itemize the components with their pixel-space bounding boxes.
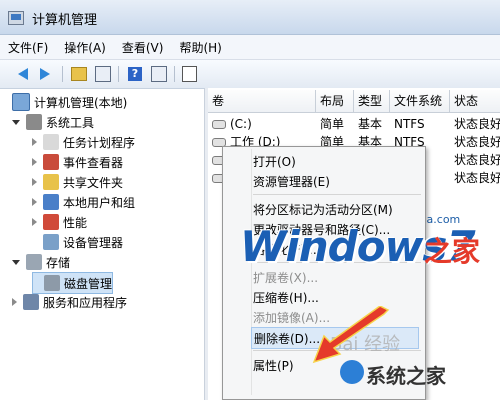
tree-item-label: 系统工具 [46,115,95,130]
menu-file[interactable]: 文件(F) [0,39,56,56]
tree-item[interactable]: 共享文件夹 [32,172,123,192]
expand-toggle-icon[interactable] [32,138,37,146]
back-arrow-icon[interactable] [14,65,32,83]
watermark-logo-suffix: 之家 [424,235,481,268]
expand-toggle-icon[interactable] [12,259,20,265]
device-manager-icon [43,234,59,250]
expand-toggle-icon[interactable] [12,298,17,306]
services-icon [23,294,39,310]
table-cell: 状态良好 [454,135,500,149]
column-header[interactable]: 卷 [208,90,316,112]
table-row[interactable]: (C:) 简单 基本 NTFS 状态良好 [208,114,500,134]
table-cell: (C:) [208,114,316,134]
tree-item[interactable]: 系统工具 [12,112,94,132]
properties-icon[interactable] [180,65,198,83]
expand-toggle-icon[interactable] [32,218,37,226]
toolbar-separator [174,66,175,82]
menu-gutter [251,149,252,395]
context-menu-item[interactable]: 打开(O) [253,151,296,173]
expand-toggle-icon[interactable] [12,119,20,125]
tree-root-label: 计算机管理(本地) [34,95,128,110]
show-hide-icon[interactable] [150,65,168,83]
tree-item-label: 任务计划程序 [63,135,136,150]
menu-separator [253,194,421,195]
tree-item[interactable]: 本地用户和组 [32,192,135,212]
table-cell: 状态良好 [454,117,500,131]
menu-bar: 文件(F) 操作(A) 查看(V) 帮助(H) [0,35,500,60]
table-cell: NTFS [394,117,425,131]
tree-item[interactable]: 服务和应用程序 [12,292,127,312]
disk-icon [44,275,60,291]
toolbar-separator [118,66,119,82]
tree-item[interactable]: 任务计划程序 [32,132,135,152]
table-cell: 简单 [320,117,345,131]
tree-item[interactable]: 磁盘管理 [32,272,114,294]
tree-item-label: 设备管理器 [63,235,124,250]
toolbar: ? [0,60,500,89]
storage-icon [26,254,42,270]
window-title: 计算机管理 [32,13,98,28]
tree-item-label: 磁盘管理 [64,276,113,291]
context-menu-item[interactable]: 压缩卷(H)... [253,287,319,309]
volume-icon [212,120,226,129]
table-cell: 状态良好 [454,153,500,167]
toolbar-separator [62,66,63,82]
context-menu-item[interactable]: 属性(P) [253,355,294,377]
help-icon[interactable]: ? [126,65,144,83]
red-arrow-icon [312,306,390,364]
context-menu-item[interactable]: 资源管理器(E) [253,171,330,193]
computer-management-icon [8,11,24,25]
tree-item[interactable]: 性能 [32,212,87,232]
tree-item-label: 本地用户和组 [63,195,136,210]
tree-item-label: 服务和应用程序 [43,295,128,310]
menu-action[interactable]: 操作(A) [56,39,114,56]
expand-toggle-icon[interactable] [32,158,37,166]
tools-icon [26,114,42,130]
tree-item[interactable]: 设备管理器 [32,232,123,252]
column-header[interactable]: 状态 [450,90,500,112]
expand-toggle-icon[interactable] [32,198,37,206]
table-header: 卷布局 类型 文件系统 状态 [208,90,500,113]
clock-icon [43,134,59,150]
column-header[interactable]: 文件系统 [390,90,450,112]
up-folder-icon[interactable] [70,65,88,83]
column-header[interactable]: 类型 [354,90,390,112]
forward-arrow-icon[interactable] [36,65,54,83]
tree-item[interactable]: 存储 [12,252,70,272]
tree-item-label: 事件查看器 [63,155,124,170]
menu-help[interactable]: 帮助(H) [171,39,229,56]
performance-icon [43,214,59,230]
shared-folder-icon [43,174,59,190]
table-cell: 状态良好 [454,171,500,185]
tree-item-label: 性能 [63,215,88,230]
volume-name: (C:) [230,117,252,131]
table-cell: 基本 [358,117,383,131]
expand-toggle-icon[interactable] [32,178,37,186]
context-menu-item[interactable]: 将分区标记为活动分区(M) [253,199,393,221]
column-header[interactable]: 布局 [316,90,354,112]
tree-root[interactable]: 计算机管理(本地) [12,92,127,112]
title-bar: 计算机管理 [0,0,500,35]
tree-item-label: 存储 [46,255,71,270]
event-viewer-icon [43,154,59,170]
users-icon [43,194,59,210]
tree-item[interactable]: 事件查看器 [32,152,123,172]
console-tree: 计算机管理(本地) 系统工具任务计划程序 事件查看器共享文件夹本地用户和组 性能设备… [8,92,204,400]
tree-item-label: 共享文件夹 [63,175,124,190]
menu-view[interactable]: 查看(V) [114,39,172,56]
computer-icon [12,93,30,111]
console-tree-icon[interactable] [94,65,112,83]
